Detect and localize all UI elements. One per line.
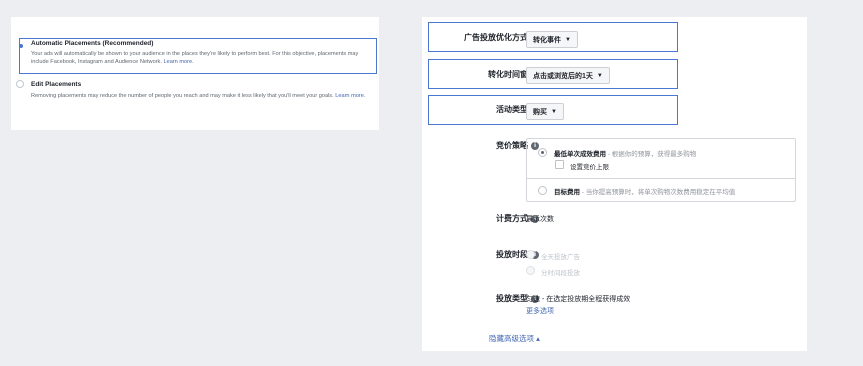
- target-cost-radio[interactable]: [538, 186, 547, 195]
- automatic-placements-desc-text: Your ads will automatically be shown to …: [31, 51, 359, 65]
- automatic-placements-radio[interactable]: [19, 44, 23, 48]
- bid-cap-checkbox[interactable]: [555, 160, 564, 169]
- automatic-placements-description: Your ads will automatically be shown to …: [31, 51, 376, 66]
- optimization-label-text: 广告投放优化方式: [464, 33, 528, 42]
- event-type-value: 购买: [533, 108, 547, 116]
- conversion-window-label-text: 转化时间窗: [488, 70, 528, 79]
- lowest-cost-radio[interactable]: [538, 148, 547, 157]
- event-type-dropdown[interactable]: 购买 ▼: [526, 103, 564, 120]
- schedule-dayparting-radio[interactable]: [526, 266, 535, 275]
- delivery-type-label-text: 投放类型: [496, 294, 528, 303]
- conversion-window-dropdown[interactable]: 点击或浏览后的1天 ▼: [526, 67, 610, 84]
- edit-learn-more-link[interactable]: Learn more.: [335, 93, 365, 99]
- optimization-dropdown[interactable]: 转化事件 ▼: [526, 31, 578, 48]
- delivery-settings-panel: 广告投放优化方式 i 转化事件 ▼ 转化时间窗 i 点击或浏览后的1天 ▼ 活动…: [422, 17, 807, 351]
- more-options-link[interactable]: 更多选项: [526, 306, 554, 316]
- optimization-value: 转化事件: [533, 36, 561, 44]
- target-cost-option[interactable]: 目标费用 - 当你提高预算时，将单次购物次数费用稳定在平均值: [554, 186, 735, 196]
- automatic-learn-more-link[interactable]: Learn more.: [163, 59, 193, 65]
- event-type-label-text: 活动类型: [496, 105, 528, 114]
- caret-down-icon: ▼: [596, 72, 603, 79]
- schedule-label-text: 投放时段: [496, 250, 528, 259]
- target-cost-title: 目标费用: [554, 189, 580, 196]
- caret-down-icon: ▼: [565, 36, 571, 43]
- edit-placements-description: Removing placements may reduce the numbe…: [31, 93, 376, 101]
- bid-options-divider: [527, 178, 795, 179]
- bid-strategy-label-text: 竞价策略: [496, 141, 528, 150]
- edit-placements-desc-text: Removing placements may reduce the numbe…: [31, 93, 334, 99]
- caret-down-icon: ▼: [551, 108, 557, 115]
- hide-advanced-options-link[interactable]: 隐藏高级选项 ▴: [489, 333, 540, 344]
- schedule-dayparting-label[interactable]: 分时间段投放: [541, 267, 580, 277]
- edit-placements-radio[interactable]: [16, 80, 24, 88]
- lowest-cost-desc: - 根据你的预算，获得最多购物: [607, 151, 697, 158]
- lowest-cost-option[interactable]: 最低单次成效费用 - 根据你的预算，获得最多购物: [554, 148, 696, 158]
- schedule-all-day-radio[interactable]: [526, 250, 535, 259]
- automatic-placements-title[interactable]: Automatic Placements (Recommended): [31, 40, 153, 47]
- conversion-window-value: 点击或浏览后的1天: [533, 72, 593, 80]
- schedule-all-day-label[interactable]: 全天投放广告: [541, 251, 580, 261]
- delivery-type-value: 匀速 - 在选定投放期全程获得成效: [526, 296, 631, 303]
- lowest-cost-title: 最低单次成效费用: [554, 151, 606, 158]
- bid-strategy-options: 最低单次成效费用 - 根据你的预算，获得最多购物 设置竞价上限 目标费用 - 当…: [526, 138, 796, 202]
- target-cost-desc: - 当你提高预算时，将单次购物次数费用稳定在平均值: [581, 189, 736, 196]
- billing-label-text: 计费方式: [496, 214, 528, 223]
- placements-panel: Automatic Placements (Recommended) Your …: [11, 17, 379, 130]
- edit-placements-title[interactable]: Edit Placements: [31, 81, 81, 88]
- billing-value: 展示次数: [526, 216, 554, 223]
- bid-cap-label[interactable]: 设置竞价上限: [570, 161, 609, 171]
